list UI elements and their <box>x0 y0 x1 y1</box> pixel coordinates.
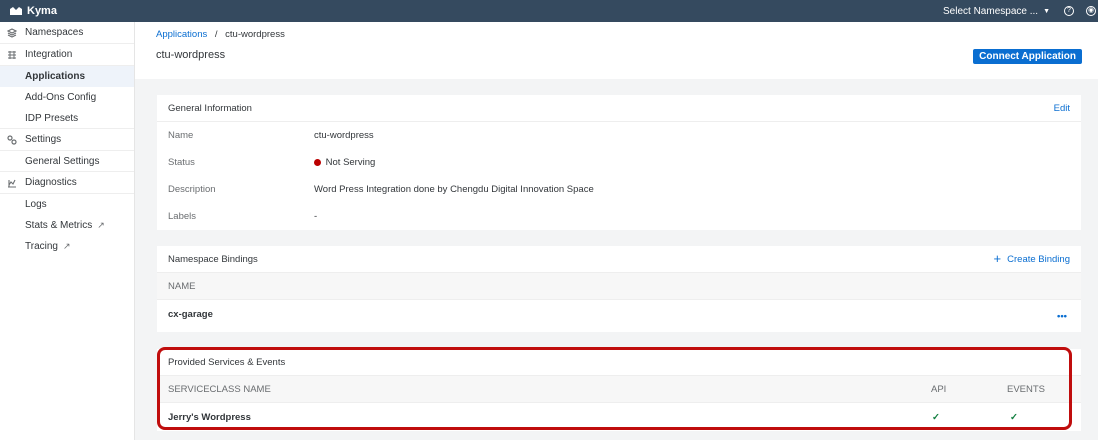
sidebar-item-addons-config[interactable]: Add-Ons Config <box>0 87 134 108</box>
info-key: Description <box>168 184 216 195</box>
column-header-events: EVENTS <box>1007 383 1046 395</box>
provided-services-panel: Provided Services & Events SERVICECLASS … <box>157 349 1081 431</box>
sidebar-category-settings: Settings <box>0 129 134 151</box>
namespace-select-label: Select Namespace ... <box>943 5 1039 17</box>
check-icon: ✓ <box>932 411 940 423</box>
breadcrumb-current: ctu-wordpress <box>225 29 285 40</box>
column-header-name: NAME <box>168 280 196 292</box>
sidebar-item-label: Stats & Metrics <box>25 220 93 231</box>
chevron-down-icon: ▼ <box>1043 7 1050 15</box>
sidebar-category-diagnostics: Diagnostics <box>0 172 134 194</box>
sidebar-item-label: Namespaces <box>25 27 84 38</box>
info-value: - <box>314 211 318 222</box>
status-badge: Not Serving <box>314 157 375 168</box>
table-header: NAME <box>157 273 1081 300</box>
integration-icon <box>6 49 18 61</box>
sidebar-item-label: Tracing <box>25 241 58 252</box>
sidebar-item-label: General Settings <box>25 155 100 167</box>
info-key: Status <box>168 157 195 168</box>
panel-header: General Information Edit <box>157 95 1081 122</box>
diagnostics-icon <box>6 177 18 189</box>
sidebar-item-logs[interactable]: Logs <box>0 194 134 215</box>
info-value: ctu-wordpress <box>314 130 374 141</box>
table-row: Jerry's Wordpress ✓ ✓ <box>157 403 1081 431</box>
external-link-icon: ↗ <box>97 220 105 230</box>
breadcrumb: Applications / ctu-wordpress <box>156 29 1098 40</box>
info-row-description: Description Word Press Integration done … <box>157 176 1081 203</box>
check-icon: ✓ <box>1010 411 1018 423</box>
service-name: Jerry's Wordpress <box>168 411 251 423</box>
external-link-icon: ↗ <box>62 241 71 251</box>
breadcrumb-applications-link[interactable]: Applications <box>156 29 207 40</box>
page-header: Applications / ctu-wordpress ctu-wordpre… <box>135 22 1098 79</box>
info-row-status: Status Not Serving <box>157 149 1081 176</box>
sidebar-item-namespaces[interactable]: Namespaces <box>0 22 134 44</box>
table-row: cx-garage ••• <box>157 300 1081 328</box>
page-title: ctu-wordpress <box>156 49 226 61</box>
sidebar-item-general-settings[interactable]: General Settings <box>0 151 134 172</box>
sidebar-item-applications[interactable]: Applications <box>0 66 134 87</box>
sidebar-item-label: IDP Presets <box>25 112 79 124</box>
settings-icon <box>6 134 18 146</box>
sidebar-category-label: Settings <box>25 134 62 145</box>
create-binding-button[interactable]: + Create Binding <box>993 251 1070 266</box>
sidebar-category-integration: Integration <box>0 44 134 66</box>
sidebar-item-label: Logs <box>25 199 47 210</box>
sidebar-item-label: Add-Ons Config <box>25 92 97 103</box>
panel-header: Namespace Bindings + Create Binding <box>157 246 1081 273</box>
sidebar-category-label: Diagnostics <box>25 177 77 188</box>
sidebar-item-label: Applications <box>25 71 86 82</box>
general-information-panel: General Information Edit Name ctu-wordpr… <box>157 95 1081 230</box>
panel-title: Provided Services & Events <box>168 356 286 368</box>
sidebar: Namespaces Integration Applications Add-… <box>0 22 135 440</box>
namespace-bindings-panel: Namespace Bindings + Create Binding NAME… <box>157 246 1081 332</box>
edit-button[interactable]: Edit <box>1054 103 1070 114</box>
column-header-serviceclass: SERVICECLASS NAME <box>168 383 271 395</box>
brand[interactable]: Kyma <box>0 5 57 17</box>
kyma-logo-icon <box>10 7 22 15</box>
info-row-name: Name ctu-wordpress <box>157 122 1081 149</box>
shell-bar: Kyma Select Namespace ... ▼ ? ◉ <box>0 0 1098 22</box>
sidebar-item-idp-presets[interactable]: IDP Presets <box>0 108 134 129</box>
connect-application-button[interactable]: Connect Application <box>973 49 1082 64</box>
namespace-select[interactable]: Select Namespace ... ▼ <box>943 6 1050 17</box>
info-key: Name <box>168 130 194 141</box>
breadcrumb-separator: / <box>214 29 218 40</box>
sidebar-item-tracing[interactable]: Tracing ↗ <box>0 236 134 257</box>
binding-name: cx-garage <box>168 308 213 320</box>
namespaces-icon <box>6 27 18 39</box>
help-icon[interactable]: ? <box>1064 6 1074 16</box>
table-header: SERVICECLASS NAME API EVENTS <box>157 376 1081 403</box>
sidebar-category-label: Integration <box>25 49 73 60</box>
info-key: Labels <box>168 211 196 222</box>
info-row-labels: Labels - <box>157 203 1081 230</box>
column-header-api: API <box>931 383 947 395</box>
user-icon[interactable]: ◉ <box>1086 6 1096 16</box>
info-value: Word Press Integration done by Chengdu D… <box>314 184 594 195</box>
sidebar-item-stats-metrics[interactable]: Stats & Metrics ↗ <box>0 215 134 236</box>
error-status-icon <box>314 158 321 166</box>
panel-title: General Information <box>168 102 252 114</box>
more-actions-icon[interactable]: ••• <box>1057 311 1067 322</box>
panel-title: Namespace Bindings <box>168 253 258 265</box>
plus-icon: + <box>993 251 1002 266</box>
status-text: Not Serving <box>325 157 376 168</box>
brand-name: Kyma <box>27 5 57 17</box>
panel-header: Provided Services & Events <box>157 349 1081 376</box>
create-binding-label: Create Binding <box>1007 253 1070 265</box>
main-content: Applications / ctu-wordpress ctu-wordpre… <box>135 22 1098 440</box>
